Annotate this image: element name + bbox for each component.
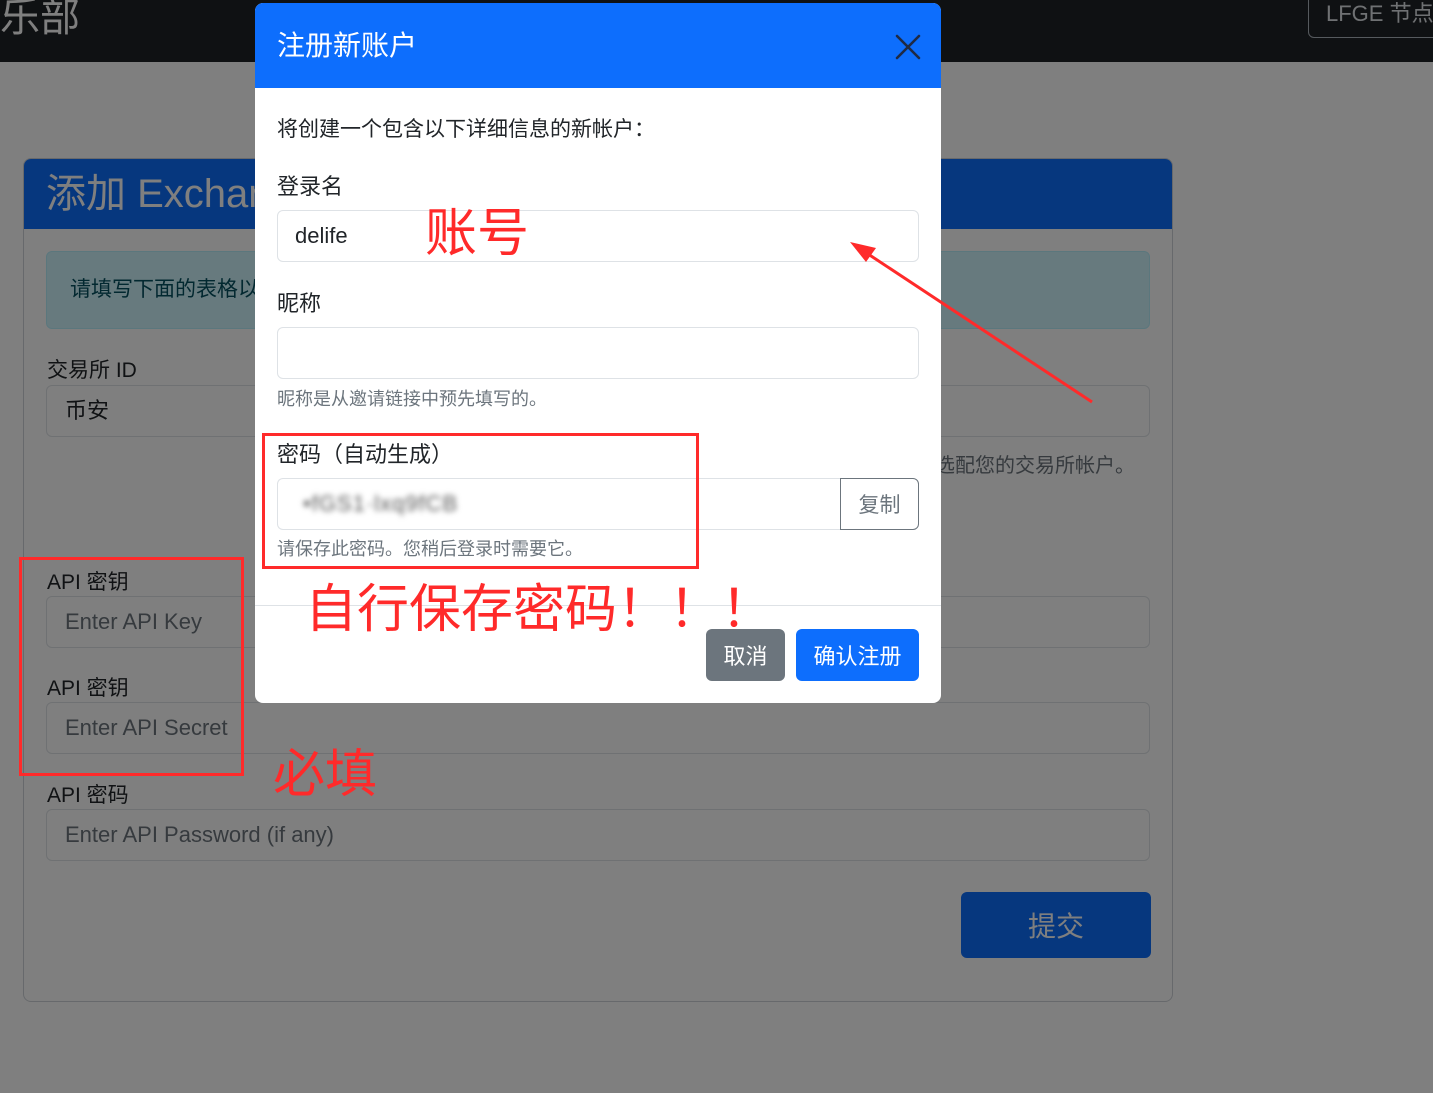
annotation-required: 必填: [273, 746, 378, 804]
annotation-arrow: [850, 242, 1093, 404]
annotation-password-box: [262, 433, 699, 569]
annotation-save-password: 自行保存密码！！！: [305, 581, 774, 639]
annotation-required-box: [19, 557, 244, 776]
annotation-account: 账号: [425, 205, 530, 263]
arrow-head-icon: [850, 242, 876, 262]
